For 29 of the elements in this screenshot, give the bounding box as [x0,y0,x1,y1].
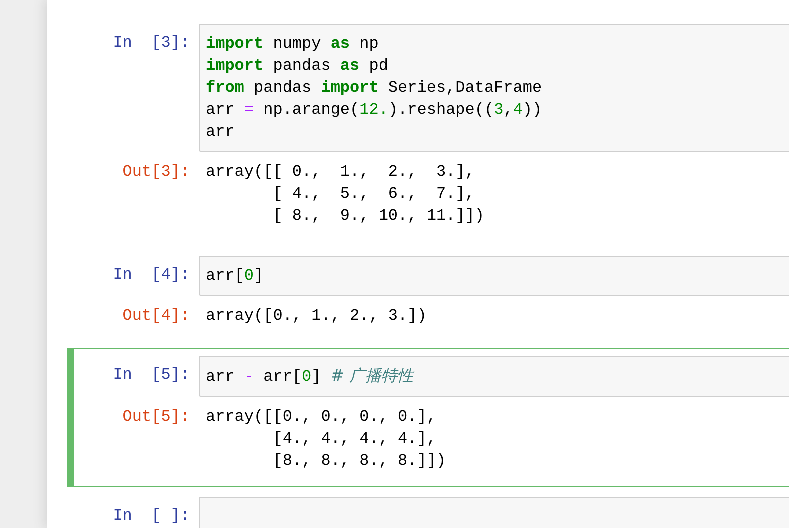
output-line: [ 8., 9., 10., 11.]]) [272,206,484,227]
code-line: arr[0] [206,266,265,287]
code-line: import numpy as np [206,34,380,55]
code-input-area[interactable]: arr - arr[0] # 广播特性 [199,356,789,397]
notebook-cell[interactable]: In [4]: arr[0] Out[4]: array([0., 1., 2., 3.]) [67,248,789,348]
code-input-area[interactable]: import numpy as np import pandas as pd from pandas import Series,DataFrame arr = np.arange(12.).reshape((3,4)) arr [199,24,789,152]
code-line: from pandas import Series,DataFrame [206,78,544,99]
output-prompt: Out[3]: [122,162,191,183]
input-prompt: In [5]: [112,365,191,386]
notebook-cell[interactable]: In [ ]: [67,489,789,528]
output-line: [8., 8., 8., 8.]]) [272,451,446,472]
code-line: arr [206,122,236,143]
input-prompt: In [4]: [112,265,191,286]
output-prompt: Out[5]: [122,407,191,428]
code-input-area[interactable] [199,497,789,528]
output-line: [ 4., 5., 6., 7.], [272,184,476,205]
output-line: array([[ 0., 1., 2., 3.], [206,162,476,183]
output-line: [4., 4., 4., 4.], [272,429,438,450]
output-line: array([[0., 0., 0., 0.], [206,407,438,428]
input-prompt: In [ ]: [112,506,191,527]
output-line: array([0., 1., 2., 3.]) [206,306,427,327]
code-line: arr = np.arange(12.).reshape((3,4)) [206,100,544,121]
input-prompt: In [3]: [112,33,191,54]
code-input-area[interactable]: arr[0] [199,256,789,296]
code-line: import pandas as pd [206,56,390,77]
output-prompt: Out[4]: [122,306,191,327]
code-line: arr - arr[0] # 广播特性 [206,365,416,388]
notebook-cell[interactable]: In [5]: arr - arr[0] # 广播特性 Out[5]: array([[0., 0., 0., 0.], [4., 4., 4., 4.], [8., 8., 8., 8.]]) [67,348,789,487]
notebook-cell[interactable]: In [3]: import numpy as np import pandas as pd from pandas import Series,DataFrame arr = np.arange(12.).reshape((3,4)) arr Out[3]: array([[ 0., 1., 2., 3.], [ 4., 5., 6., 7.], [ 8., 9., 10., 11.]]) [67,16,789,248]
